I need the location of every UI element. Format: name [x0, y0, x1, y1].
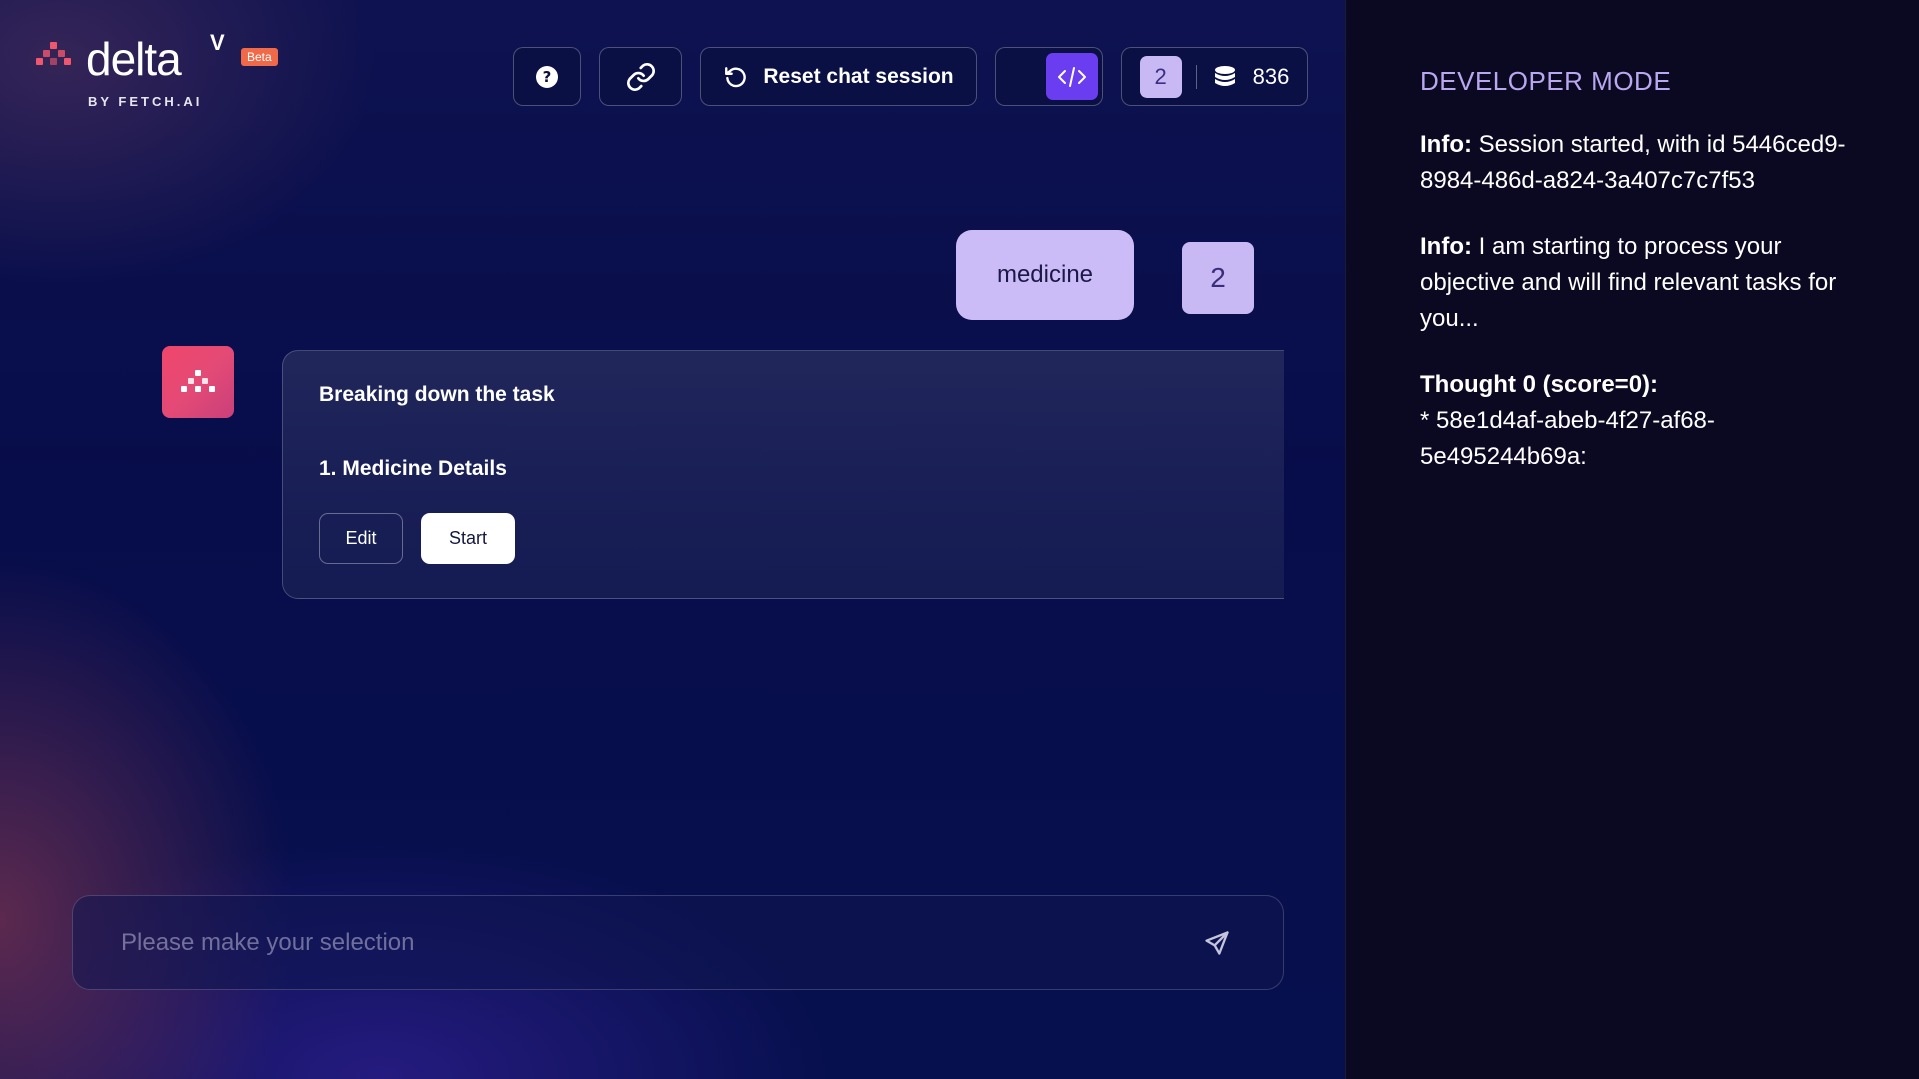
log-entry-text: * 58e1d4af-abeb-4f27-af68-5e495244b69a: [1420, 407, 1715, 470]
card-actions: Edit Start [319, 513, 1248, 564]
log-entry-label: Info: [1420, 233, 1472, 260]
help-icon: ? [536, 65, 558, 88]
divider [1195, 64, 1197, 89]
deltav-logo[interactable]: delta V Beta BY FETCH.AI [36, 30, 286, 116]
task-list-item: 1. Medicine Details [319, 457, 507, 480]
reset-chat-button[interactable]: Reset chat session [700, 47, 977, 106]
help-button[interactable]: ? [513, 47, 581, 106]
chat-area: delta V Beta BY FETCH.AI ? Reset chat se… [0, 0, 1345, 1079]
log-entry-label: Thought 0 (score=0): [1420, 371, 1659, 398]
edit-button[interactable]: Edit [319, 513, 403, 564]
log-entry-text: Session started, with id 5446ced9-8984-4… [1420, 131, 1846, 194]
coins-icon [1214, 65, 1235, 86]
bot-avatar [162, 346, 234, 418]
user-message-bubble: medicine [956, 230, 1134, 320]
logo-text: delta [86, 33, 182, 85]
log-entry-label: Info: [1420, 131, 1472, 158]
log-entry-text: I am starting to process your objective … [1420, 233, 1837, 332]
chat-input[interactable] [121, 896, 1171, 989]
agent-count-badge: 2 [1139, 55, 1182, 98]
share-link-button[interactable] [599, 47, 682, 106]
log-entry: Thought 0 (score=0): * 58e1d4af-abeb-4f2… [1420, 367, 1869, 475]
credits-display[interactable]: 2 836 [1121, 47, 1308, 106]
chat-input-box [72, 895, 1284, 990]
send-icon[interactable] [1203, 929, 1231, 957]
developer-mode-title: DEVELOPER MODE [1420, 66, 1672, 96]
start-button[interactable]: Start [421, 513, 515, 564]
task-breakdown-card: Breaking down the task 1. Medicine Detai… [282, 350, 1284, 599]
reset-icon [725, 66, 747, 87]
beta-badge: Beta [241, 48, 278, 66]
log-entry: Info: Session started, with id 5446ced9-… [1420, 127, 1869, 199]
code-icon [1058, 66, 1086, 87]
logo-byline: BY FETCH.AI [88, 94, 203, 109]
card-title: Breaking down the task [319, 383, 555, 406]
log-entry: Info: I am starting to process your obje… [1420, 229, 1869, 337]
developer-mode-toggle[interactable] [995, 47, 1103, 106]
deltav-logo-icon [36, 42, 78, 84]
code-toggle-knob[interactable] [1046, 53, 1098, 100]
developer-mode-panel: DEVELOPER MODE Info: Session started, wi… [1345, 0, 1919, 1079]
link-icon [626, 62, 655, 91]
user-avatar: 2 [1182, 242, 1254, 314]
credits-value: 836 [1252, 63, 1290, 89]
logo-superscript: V [210, 30, 225, 55]
reset-chat-label: Reset chat session [763, 64, 954, 88]
svg-text:?: ? [543, 68, 552, 86]
